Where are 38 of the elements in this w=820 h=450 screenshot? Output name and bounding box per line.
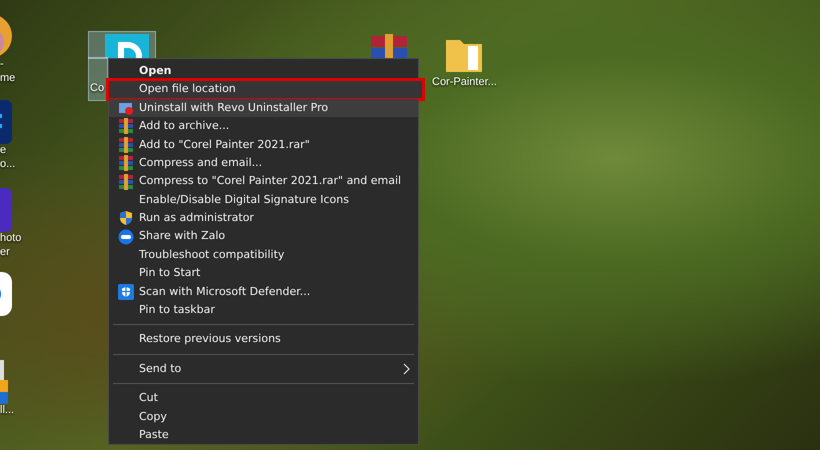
menu-item[interactable]: Open file location bbox=[108, 80, 423, 99]
menu-item[interactable]: Cut bbox=[109, 389, 418, 408]
selected-icon-highlight[interactable]: Co bbox=[89, 58, 107, 100]
archive-icon bbox=[118, 118, 134, 134]
chevron-right-icon bbox=[403, 363, 410, 376]
menu-item[interactable]: Compress and email... bbox=[109, 154, 418, 172]
icon-label: ll... bbox=[0, 404, 14, 418]
shield-icon bbox=[118, 284, 134, 300]
menu-item[interactable]: Scan with Microsoft Defender... bbox=[109, 282, 418, 302]
menu-item[interactable]: Copy bbox=[109, 408, 418, 426]
icon-label: Co bbox=[90, 82, 104, 96]
menu-item[interactable]: Add to "Corel Painter 2021.rar" bbox=[109, 136, 418, 154]
icon-label: - bbox=[0, 58, 4, 72]
menu-item[interactable]: Open bbox=[109, 62, 418, 80]
menu-item[interactable]: Paste bbox=[109, 426, 418, 444]
shield-icon bbox=[118, 210, 134, 226]
menu-item[interactable]: Uninstall with Revo Uninstaller Pro bbox=[109, 98, 418, 118]
menu-item[interactable]: Enable/Disable Digital Signature Icons bbox=[109, 190, 418, 210]
icon-label: o... bbox=[0, 158, 16, 172]
icon-label: er bbox=[0, 246, 10, 260]
menu-item[interactable]: Troubleshoot compatibility bbox=[109, 246, 418, 264]
menu-item[interactable]: Pin to Start bbox=[109, 264, 418, 283]
archive-icon bbox=[118, 136, 134, 153]
menu-item[interactable]: Send to bbox=[109, 360, 418, 378]
icon-label: Cor-Painter... bbox=[432, 76, 497, 90]
chat-icon bbox=[118, 228, 134, 245]
app-icon bbox=[105, 34, 149, 58]
menu-item[interactable]: Share with Zalo bbox=[109, 228, 418, 246]
icon-label: me bbox=[0, 72, 16, 86]
menu-item[interactable]: Restore previous versions bbox=[109, 330, 418, 349]
archive-icon bbox=[118, 155, 134, 172]
menu-item[interactable]: Run as administrator bbox=[109, 209, 418, 228]
icon-label: e bbox=[0, 144, 6, 158]
menu-item[interactable]: Compress to "Corel Painter 2021.rar" and email bbox=[109, 172, 418, 191]
archive-icon bbox=[118, 174, 134, 190]
icon-label: hoto bbox=[0, 232, 22, 246]
menu-item[interactable]: Add to archive... bbox=[109, 117, 418, 136]
menu-item[interactable]: Pin to taskbar bbox=[109, 301, 418, 320]
